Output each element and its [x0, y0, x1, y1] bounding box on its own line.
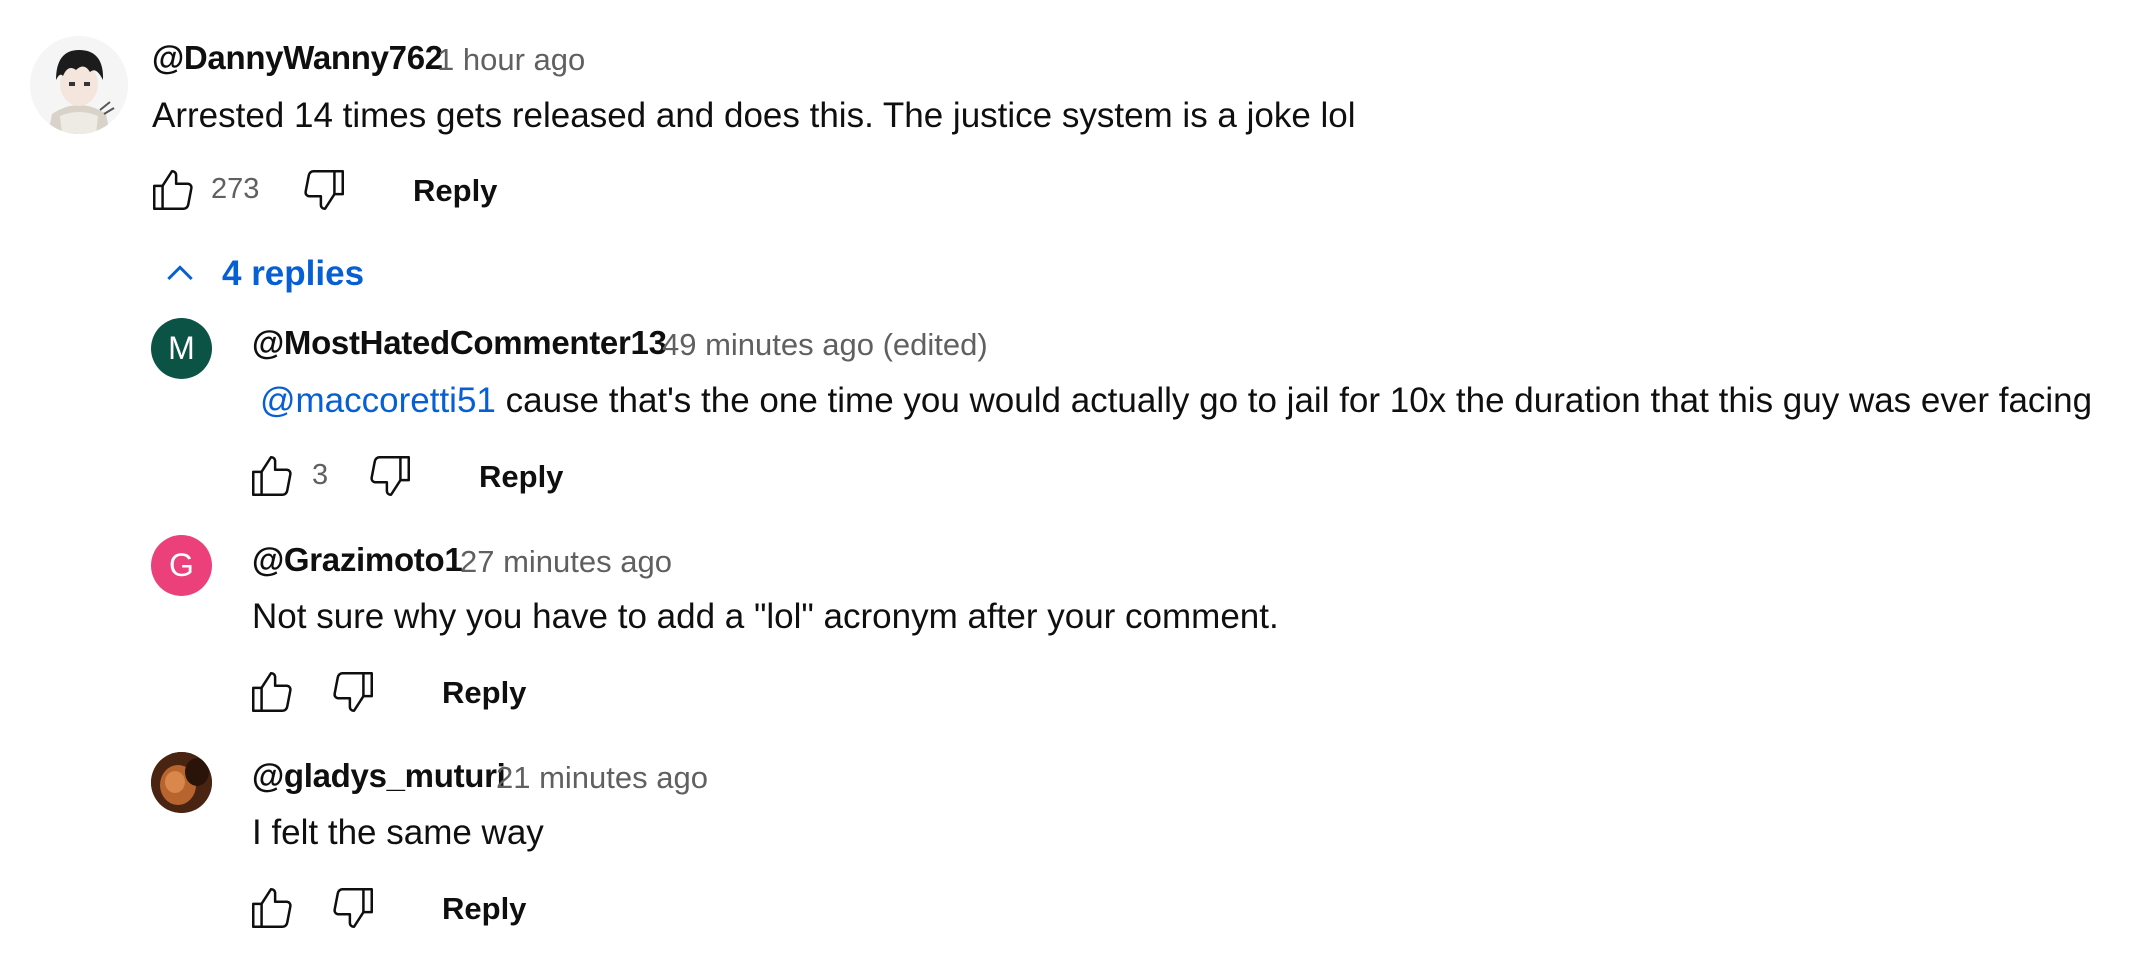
comment-author[interactable]: @DannyWanny762 — [152, 39, 443, 77]
comment-text: Arrested 14 times gets released and does… — [152, 96, 1356, 135]
avatar-letter: G — [169, 547, 194, 583]
avatar[interactable] — [151, 752, 212, 813]
dislike-button[interactable] — [296, 162, 352, 218]
reply-button[interactable]: Reply — [442, 675, 526, 711]
dislike-button[interactable] — [325, 664, 381, 720]
reply-timestamp[interactable]: 21 minutes ago — [496, 760, 708, 796]
reply-button[interactable]: Reply — [413, 173, 497, 209]
photo-avatar-icon — [151, 752, 212, 813]
avatar[interactable]: G — [151, 535, 212, 596]
reply-text: Not sure why you have to add a "lol" acr… — [252, 597, 1279, 636]
avatar[interactable] — [30, 36, 128, 134]
thumbs-up-icon — [153, 170, 193, 210]
thumbs-down-icon — [304, 170, 344, 210]
reply-text-content: cause that's the one time you would actu… — [495, 381, 2093, 420]
reply-timestamp[interactable]: 27 minutes ago — [460, 544, 672, 580]
reply-text: @maccoretti51 cause that's the one time … — [260, 381, 2092, 421]
thumbs-down-icon — [370, 456, 410, 496]
thumbs-up-icon — [252, 456, 292, 496]
avatar-letter: M — [168, 330, 195, 366]
reply-author[interactable]: @gladys_muturi — [252, 757, 506, 795]
reply-author[interactable]: @MostHatedCommenter13 — [252, 324, 667, 362]
thumbs-up-icon — [252, 672, 292, 712]
comment-timestamp[interactable]: 1 hour ago — [437, 42, 585, 78]
like-count: 273 — [211, 173, 260, 205]
like-button[interactable] — [244, 664, 300, 720]
like-button[interactable] — [244, 880, 300, 936]
thumbs-down-icon — [333, 672, 373, 712]
dislike-button[interactable] — [362, 448, 418, 504]
like-count: 3 — [312, 459, 329, 491]
chevron-up-icon — [167, 265, 193, 281]
anime-character-avatar-icon — [30, 36, 128, 134]
avatar[interactable]: M — [151, 318, 212, 379]
replies-count-label: 4 replies — [222, 254, 365, 293]
mention-link[interactable]: @maccoretti51 — [260, 381, 496, 420]
thumbs-down-icon — [333, 888, 373, 928]
replies-toggle[interactable]: 4 replies — [160, 254, 364, 294]
dislike-button[interactable] — [325, 880, 381, 936]
thumbs-up-icon — [252, 888, 292, 928]
reply-button[interactable]: Reply — [479, 459, 563, 495]
reply-text: I felt the same way — [252, 813, 544, 852]
reply-author[interactable]: @Grazimoto1 — [252, 541, 463, 579]
like-button[interactable] — [244, 448, 300, 504]
like-button[interactable] — [145, 162, 201, 218]
reply-button[interactable]: Reply — [442, 891, 526, 927]
reply-timestamp[interactable]: 49 minutes ago (edited) — [662, 327, 988, 363]
